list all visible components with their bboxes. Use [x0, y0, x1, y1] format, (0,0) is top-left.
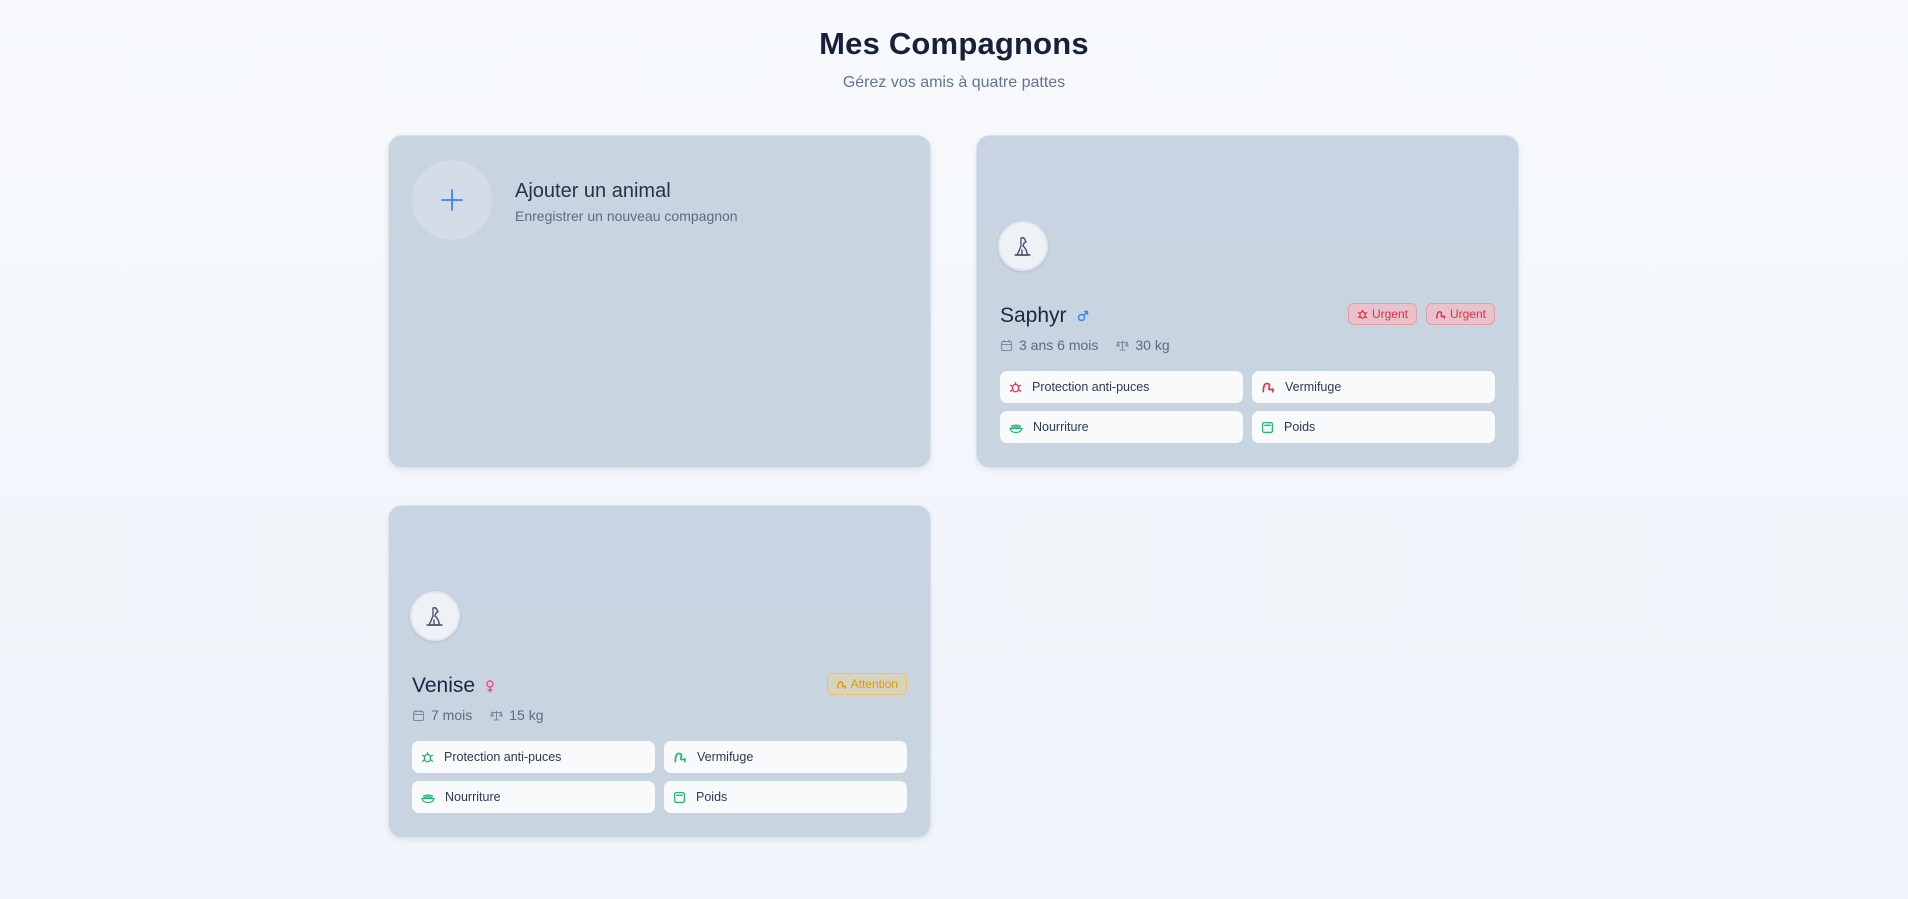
female-icon [485, 679, 495, 693]
pet-weight: 15 kg [490, 707, 543, 723]
status-badges: Urgent Urgent [1347, 303, 1495, 325]
page-subtitle: Gérez vos amis à quatre pattes [842, 74, 1066, 91]
food-bowl-icon [1009, 423, 1023, 433]
care-grid: Protection anti-puces Vermifuge Nourritu… [412, 741, 909, 813]
care-item-weight[interactable]: Poids [664, 781, 907, 813]
food-bowl-icon [421, 793, 435, 803]
worm-icon [1436, 310, 1446, 319]
pet-name-row: Venise [412, 674, 495, 698]
care-item-food[interactable]: Nourriture [412, 781, 655, 813]
care-item-food[interactable]: Nourriture [1000, 411, 1243, 443]
pet-card-banner [977, 136, 1518, 232]
pet-name: Saphyr [1000, 304, 1067, 327]
calendar-icon [1000, 339, 1013, 351]
care-item-weight[interactable]: Poids [1252, 411, 1495, 443]
status-badge-attention: Attention [826, 673, 907, 695]
flea-icon [1357, 309, 1368, 319]
worm-icon [1262, 382, 1274, 393]
weight-scale-icon [490, 709, 504, 721]
status-badge-urgent: Urgent [1347, 303, 1417, 325]
dog-icon [426, 607, 443, 626]
pet-avatar [998, 221, 1048, 271]
flea-icon [1009, 381, 1022, 392]
pet-card-banner [389, 506, 930, 602]
pet-meta: 3 ans 6 mois 30 kg [1000, 337, 1170, 353]
page-header: Mes Compagnons Gérez vos amis à quatre p… [0, 26, 1908, 92]
care-item-flea-protection[interactable]: Protection anti-puces [412, 741, 655, 773]
care-grid: Protection anti-puces Vermifuge Nourritu… [1000, 371, 1497, 443]
worm-icon [674, 752, 686, 763]
status-badge-urgent: Urgent [1425, 303, 1495, 325]
page-title: Mes Compagnons [819, 26, 1089, 61]
add-button[interactable] [412, 160, 492, 240]
add-animal-card[interactable]: Ajouter un animal Enregistrer un nouveau… [388, 135, 931, 468]
scale-icon [673, 791, 686, 803]
page: Mes Compagnons Gérez vos amis à quatre p… [0, 0, 1908, 899]
pet-name-row: Saphyr [1000, 304, 1089, 328]
dog-icon [1014, 237, 1031, 256]
pet-avatar [410, 591, 460, 641]
care-item-dewormer[interactable]: Vermifuge [1252, 371, 1495, 403]
scale-icon [1261, 421, 1274, 433]
flea-icon [421, 751, 434, 762]
worm-icon [836, 680, 846, 689]
pet-meta: 7 mois 15 kg [412, 707, 543, 723]
weight-scale-icon [1116, 339, 1130, 351]
calendar-icon [412, 709, 425, 721]
male-icon [1077, 310, 1089, 322]
plus-icon [441, 189, 463, 211]
pet-card-venise[interactable]: Venise Attention 7 mois 15 kg Protection… [388, 505, 931, 838]
pet-age: 7 mois [412, 707, 472, 723]
add-card-title: Ajouter un animal [515, 180, 671, 202]
status-badges: Attention [826, 673, 907, 695]
care-item-flea-protection[interactable]: Protection anti-puces [1000, 371, 1243, 403]
care-item-dewormer[interactable]: Vermifuge [664, 741, 907, 773]
pet-name: Venise [412, 674, 476, 697]
pet-card-saphyr[interactable]: Saphyr Urgent Urgent 3 ans 6 mois 30 kg … [976, 135, 1519, 468]
pet-weight: 30 kg [1116, 337, 1170, 353]
pet-age: 3 ans 6 mois [1000, 337, 1098, 353]
add-card-subtitle: Enregistrer un nouveau compagnon [515, 208, 738, 224]
